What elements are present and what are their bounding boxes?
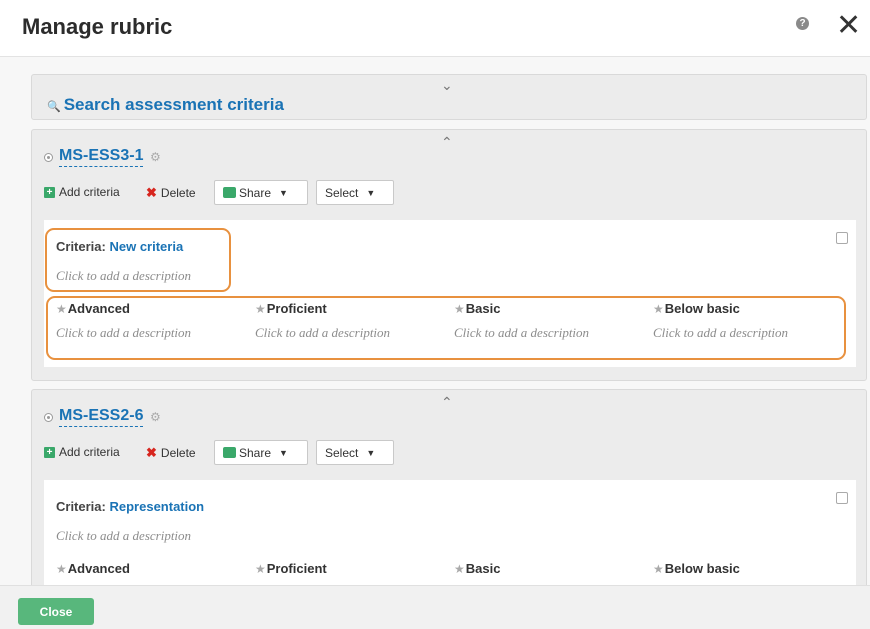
plus-icon: + (44, 446, 55, 458)
star-icon: ★ (454, 562, 465, 576)
criteria-checkbox[interactable] (836, 492, 848, 504)
criteria-description[interactable]: Click to add a description (56, 528, 191, 544)
search-label: Search assessment criteria (63, 95, 284, 114)
standard-radio-icon[interactable] (44, 413, 53, 422)
caret-down-icon: ▼ (279, 187, 288, 198)
standard-panel-2: ⌃ MS-ESS2-6 ⚙ + Add criteria ✖ Delete Shar… (31, 389, 867, 585)
level-basic: ★Basic (454, 561, 501, 576)
search-criteria-toggle[interactable]: 🔍 Search assessment criteria (47, 95, 284, 115)
star-icon: ★ (255, 562, 266, 576)
level-proficient: ★Proficient (255, 561, 327, 576)
delete-icon: ✖ (146, 445, 157, 460)
close-icon[interactable]: ✕ (836, 8, 861, 44)
criteria-name[interactable]: Representation (109, 499, 204, 514)
criteria-checkbox[interactable] (836, 232, 848, 244)
delete-button[interactable]: ✖ Delete (146, 185, 196, 201)
select-dropdown[interactable]: Select ▼ (316, 180, 394, 205)
share-dropdown[interactable]: Share ▼ (214, 180, 308, 205)
rubric-scroll-area[interactable]: ⌄ 🔍 Search assessment criteria ⌃ MS-ESS3-… (0, 57, 870, 585)
dialog-title: Manage rubric (22, 14, 173, 39)
chevron-up-icon[interactable]: ⌃ (441, 394, 453, 411)
criteria-card: Criteria: New criteria Click to add a de… (44, 220, 856, 367)
caret-down-icon: ▼ (279, 447, 288, 458)
level-advanced: ★Advanced (56, 561, 130, 576)
close-button[interactable]: Close (18, 598, 94, 625)
star-icon: ★ (653, 562, 664, 576)
standard-panel-1: ⌃ MS-ESS3-1 ⚙ + Add criteria ✖ Delete Shar… (31, 129, 867, 381)
levels-highlight (46, 296, 846, 360)
search-panel: ⌄ 🔍 Search assessment criteria (31, 74, 867, 120)
star-icon: ★ (56, 562, 67, 576)
gear-icon[interactable]: ⚙ (150, 410, 161, 424)
delete-button[interactable]: ✖ Delete (146, 445, 196, 461)
criteria-card: Criteria: Representation Click to add a … (44, 480, 856, 585)
caret-down-icon: ▼ (366, 187, 376, 198)
share-icon (223, 447, 236, 458)
criteria-highlight (45, 228, 231, 292)
search-icon: 🔍 (47, 101, 61, 113)
gear-icon[interactable]: ⚙ (150, 150, 161, 164)
add-criteria-button[interactable]: + Add criteria (44, 185, 120, 199)
share-dropdown[interactable]: Share ▼ (214, 440, 308, 465)
delete-icon: ✖ (146, 185, 157, 200)
chevron-down-icon[interactable]: ⌄ (441, 77, 453, 94)
standard-radio-icon[interactable] (44, 153, 53, 162)
standard-code[interactable]: MS-ESS2-6 (59, 407, 144, 427)
criteria-heading[interactable]: Criteria: Representation (56, 499, 204, 514)
chevron-up-icon[interactable]: ⌃ (441, 134, 453, 151)
standard-code[interactable]: MS-ESS3-1 (59, 147, 144, 167)
help-icon[interactable]: ? (796, 17, 809, 30)
level-below-basic: ★Below basic (653, 561, 740, 576)
select-dropdown[interactable]: Select ▼ (316, 440, 394, 465)
share-icon (223, 187, 236, 198)
plus-icon: + (44, 186, 55, 198)
dialog-footer: Close (0, 585, 870, 629)
add-criteria-button[interactable]: + Add criteria (44, 445, 120, 459)
caret-down-icon: ▼ (366, 447, 376, 458)
